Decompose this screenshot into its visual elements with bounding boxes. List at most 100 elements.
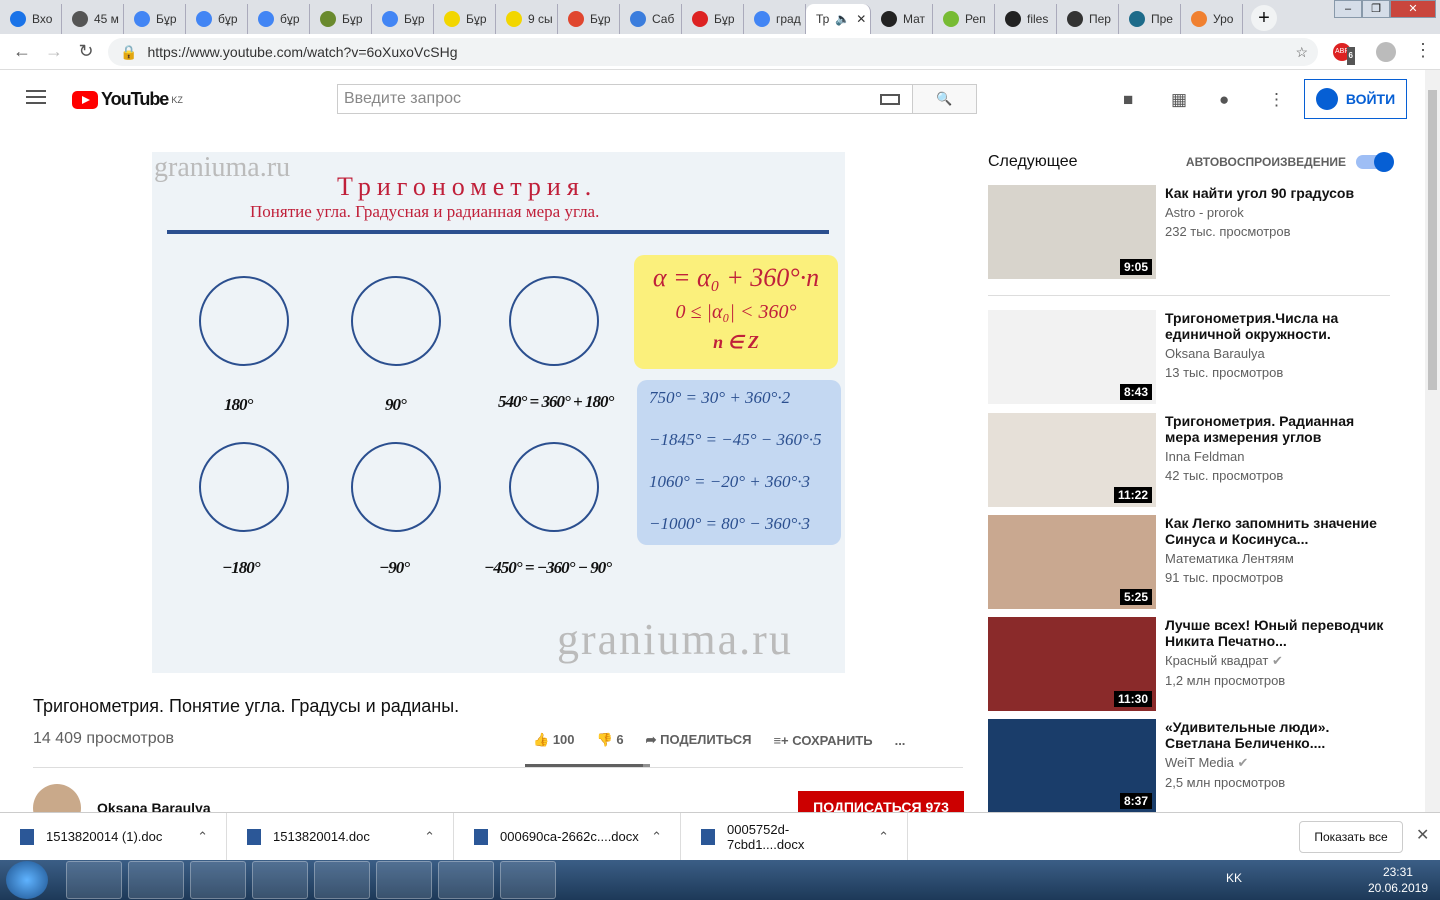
browser-tab[interactable]: Бұр: [124, 4, 186, 34]
save-button[interactable]: ≡+ СОХРАНИТЬ: [773, 733, 872, 748]
chevron-up-icon[interactable]: ⌃: [424, 829, 435, 845]
video-thumbnail[interactable]: 8:43: [988, 310, 1156, 404]
forward-button[interactable]: →: [38, 41, 70, 62]
login-button[interactable]: ВОЙТИ: [1304, 79, 1407, 119]
taskbar-ie-icon[interactable]: [66, 861, 122, 899]
adblock-extension-icon[interactable]: ABP 6: [1333, 43, 1355, 65]
browser-tab[interactable]: бұр: [248, 4, 310, 34]
chevron-up-icon[interactable]: ⌃: [651, 829, 662, 845]
browser-tab[interactable]: Уро: [1181, 4, 1243, 34]
profile-icon[interactable]: [1376, 42, 1396, 62]
search-button[interactable]: 🔍: [912, 84, 977, 114]
youtube-logo[interactable]: YouTube KZ: [72, 89, 183, 110]
related-video[interactable]: 8:43 Тригонометрия.Числа на единичной ок…: [988, 310, 1390, 404]
video-thumbnail[interactable]: 8:37: [988, 719, 1156, 813]
clock[interactable]: 23:31 20.06.2019: [1368, 864, 1428, 896]
chevron-up-icon[interactable]: ⌃: [197, 829, 208, 845]
save-label: СОХРАНИТЬ: [792, 732, 873, 748]
close-tab-icon[interactable]: ✕: [856, 12, 866, 26]
related-title[interactable]: Тригонометрия.Числа на единичной окружно…: [1165, 310, 1385, 342]
page-scrollbar[interactable]: [1425, 70, 1440, 812]
taskbar-explorer-icon[interactable]: [128, 861, 184, 899]
keyboard-icon[interactable]: [880, 94, 900, 105]
back-button[interactable]: ←: [6, 41, 38, 62]
create-video-icon[interactable]: ■: [1123, 90, 1133, 110]
more-actions-button[interactable]: ...: [895, 733, 906, 748]
browser-tab[interactable]: files: [995, 4, 1057, 34]
related-video[interactable]: 9:05 Как найти угол 90 градусов Astro - …: [988, 185, 1390, 279]
related-title[interactable]: Лучше всех! Юный переводчик Никита Печат…: [1165, 617, 1385, 649]
related-title[interactable]: «Удивительные люди». Светлана Беличенко.…: [1165, 719, 1385, 751]
browser-tab[interactable]: Бұр: [310, 4, 372, 34]
tab-label: бұр: [280, 12, 300, 26]
browser-tab[interactable]: град: [744, 4, 806, 34]
messages-icon[interactable]: ●: [1219, 90, 1229, 110]
browser-tab[interactable]: бұр: [186, 4, 248, 34]
reload-button[interactable]: ↻: [70, 41, 102, 62]
taskbar-media-icon[interactable]: [190, 861, 246, 899]
watermark-bottom: graniuma.ru: [557, 615, 793, 664]
like-button[interactable]: 👍 100: [533, 732, 575, 748]
show-all-downloads-button[interactable]: Показать все: [1299, 821, 1403, 853]
related-title[interactable]: Как Легко запомнить значение Синуса и Ко…: [1165, 515, 1385, 547]
taskbar-chrome-icon[interactable]: [314, 861, 370, 899]
browser-tab[interactable]: Пер: [1057, 4, 1119, 34]
video-thumbnail[interactable]: 5:25: [988, 515, 1156, 609]
google-icon: [134, 11, 150, 27]
browser-tab[interactable]: Мат: [871, 4, 933, 34]
video-thumbnail[interactable]: 11:22: [988, 413, 1156, 507]
language-indicator[interactable]: KK: [1226, 871, 1242, 885]
related-title[interactable]: Тригонометрия. Радианная мера измерения …: [1165, 413, 1385, 445]
browser-tab[interactable]: Бұр: [372, 4, 434, 34]
related-video[interactable]: 5:25 Как Легко запомнить значение Синуса…: [988, 515, 1390, 609]
url-bar[interactable]: 🔒 https://www.youtube.com/watch?v=6oXuxoV…: [108, 38, 1318, 66]
bookmark-star-icon[interactable]: ☆: [1295, 44, 1308, 61]
browser-menu-icon[interactable]: ⋮: [1414, 40, 1432, 61]
chevron-up-icon[interactable]: ⌃: [878, 829, 889, 845]
taskbar-app-icon[interactable]: [252, 861, 308, 899]
download-filename: 1513820014.doc: [273, 829, 370, 844]
browser-tab[interactable]: 45 м: [62, 4, 124, 34]
download-item[interactable]: 1513820014 (1).doc ⌃: [0, 812, 227, 861]
share-button[interactable]: ➦ ПОДЕЛИТЬСЯ: [646, 732, 752, 748]
start-button[interactable]: [6, 861, 48, 899]
browser-tab[interactable]: Бұр: [434, 4, 496, 34]
close-downloads-icon[interactable]: ✕: [1416, 825, 1429, 845]
autoplay-toggle[interactable]: [1356, 152, 1394, 172]
m-icon: [881, 11, 897, 27]
new-tab-button[interactable]: +: [1251, 5, 1277, 31]
taskbar-word-icon[interactable]: [500, 861, 556, 899]
browser-tab[interactable]: Бұр: [558, 4, 620, 34]
video-player[interactable]: graniuma.ru graniuma.ru Тригонометрия. П…: [152, 152, 845, 673]
hamburger-menu-icon[interactable]: [26, 90, 46, 104]
download-item[interactable]: 000690ca-2662c....docx ⌃: [454, 812, 681, 861]
angle-label: −90°: [379, 558, 410, 577]
browser-tab[interactable]: Саб: [620, 4, 682, 34]
related-video[interactable]: 11:22 Тригонометрия. Радианная мера изме…: [988, 413, 1390, 507]
browser-tab[interactable]: 9 сы: [496, 4, 558, 34]
download-item[interactable]: 0005752d-7cbd1....docx ⌃: [681, 812, 908, 861]
video-thumbnail[interactable]: 9:05: [988, 185, 1156, 279]
download-item[interactable]: 1513820014.doc ⌃: [227, 812, 454, 861]
minimize-button[interactable]: –: [1334, 0, 1362, 18]
scrollbar-thumb[interactable]: [1428, 90, 1437, 390]
browser-tab[interactable]: Бұр: [682, 4, 744, 34]
settings-more-icon[interactable]: ⋮: [1268, 90, 1285, 110]
close-window-button[interactable]: ✕: [1390, 0, 1436, 18]
browser-tab[interactable]: Реп: [933, 4, 995, 34]
dislike-button[interactable]: 👎 6: [597, 732, 624, 748]
taskbar-agent-icon[interactable]: [376, 861, 432, 899]
related-video[interactable]: 11:30 Лучше всех! Юный переводчик Никита…: [988, 617, 1390, 711]
taskbar-save-icon[interactable]: [438, 861, 494, 899]
browser-tab[interactable]: Вхо: [0, 4, 62, 34]
related-video[interactable]: 8:37 «Удивительные люди». Светлана Белич…: [988, 719, 1390, 813]
related-title[interactable]: Как найти угол 90 градусов: [1165, 185, 1385, 201]
browser-tab[interactable]: Пре: [1119, 4, 1181, 34]
browser-tab[interactable]: Тр 🔈 ✕: [806, 4, 871, 34]
restore-button[interactable]: ❐: [1362, 0, 1390, 18]
audio-icon[interactable]: 🔈: [835, 12, 850, 26]
search-input[interactable]: Введите запрос: [337, 84, 913, 114]
video-thumbnail[interactable]: 11:30: [988, 617, 1156, 711]
apps-grid-icon[interactable]: ▦: [1171, 90, 1187, 110]
globe-icon: [72, 11, 88, 27]
